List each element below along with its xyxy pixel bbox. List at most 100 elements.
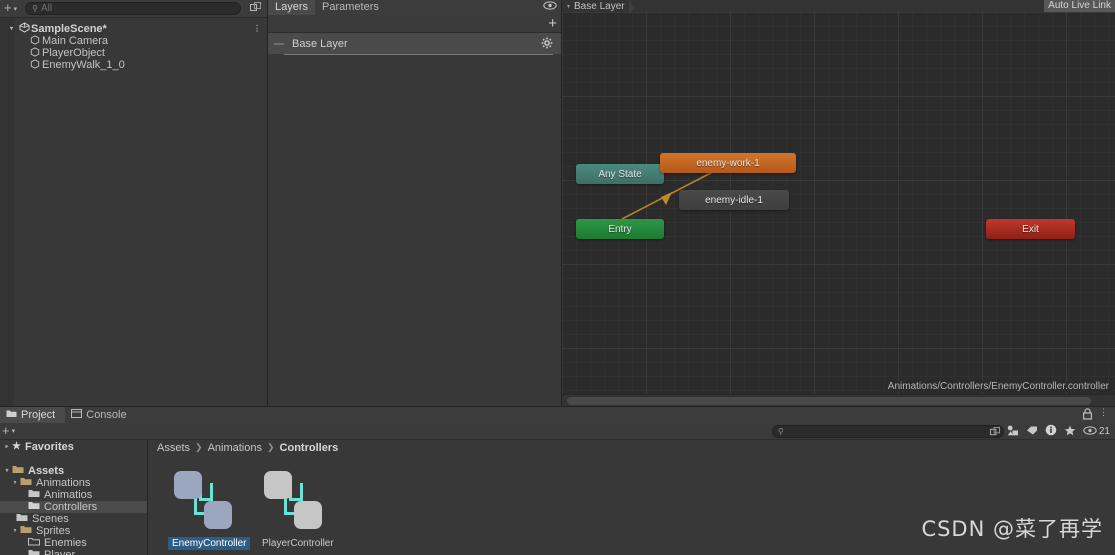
asset-label: EnemyController xyxy=(168,537,251,550)
add-layer-button[interactable]: + xyxy=(548,16,557,31)
tree-item-assets[interactable]: ▾ Assets xyxy=(0,465,147,477)
chevron-down-icon[interactable]: ▾ xyxy=(11,427,20,435)
tree-item-label: Assets xyxy=(28,465,65,477)
chevron-right-icon[interactable]: ▸ xyxy=(2,441,12,453)
tab-project[interactable]: Project xyxy=(0,407,66,423)
auto-live-link-toggle[interactable]: Auto Live Link xyxy=(1044,0,1115,12)
eye-icon[interactable] xyxy=(542,1,558,13)
chevron-down-icon[interactable]: ▾ xyxy=(2,465,12,477)
favorite-star-icon[interactable] xyxy=(1061,425,1080,439)
hierarchy-item-main-camera[interactable]: Main Camera xyxy=(0,34,267,47)
filter-by-label-icon[interactable] xyxy=(1023,425,1042,439)
animator-controller-icon xyxy=(262,469,326,533)
search-icon: ⚲ xyxy=(777,427,784,436)
tab-console-label: Console xyxy=(86,409,127,421)
breadcrumb-animations[interactable]: Animations xyxy=(208,442,262,454)
tab-layers[interactable]: Layers xyxy=(268,0,316,15)
animator-tabbar: Layers Parameters xyxy=(268,0,561,15)
breadcrumb-assets[interactable]: Assets xyxy=(157,442,190,454)
state-node-enemy-work-1[interactable]: enemy-work-1 xyxy=(660,153,796,173)
visible-assets-count[interactable]: 21 xyxy=(1080,425,1115,438)
hierarchy-panel: + ▾ ⚲ All ▾ SampleScene* ⋮ Main Camera P… xyxy=(0,0,268,406)
transition-arrowhead-icon xyxy=(661,192,672,205)
project-search-area: ⚲ 21 xyxy=(771,423,1115,440)
tree-item-controllers[interactable]: Controllers xyxy=(0,501,147,513)
chevron-down-icon[interactable]: ▾ xyxy=(10,525,20,537)
tab-parameters[interactable]: Parameters xyxy=(315,0,386,15)
chevron-down-icon[interactable]: ▾ xyxy=(10,477,20,489)
project-search-input[interactable]: ⚲ xyxy=(771,425,1004,439)
project-tabbar: Project Console xyxy=(0,407,1115,423)
breadcrumb-base-layer[interactable]: Base Layer xyxy=(574,0,635,14)
drag-handle-icon[interactable] xyxy=(274,42,284,45)
save-search-icon[interactable] xyxy=(989,427,1000,439)
animator-state-machine-canvas[interactable]: Any State Entry Exit enemy-idle-1 enemy-… xyxy=(562,12,1115,394)
folder-icon xyxy=(28,501,40,513)
hierarchy-search-input[interactable]: ⚲ All xyxy=(25,2,241,15)
graph-horizontal-scrollbar[interactable] xyxy=(562,394,1115,406)
prefab-stage-icon[interactable] xyxy=(245,1,265,16)
layers-empty-area xyxy=(268,55,561,403)
animator-asset-path-label: Animations/Controllers/EnemyController.c… xyxy=(885,381,1111,392)
info-icon[interactable] xyxy=(1042,424,1061,439)
filter-by-type-icon[interactable] xyxy=(1004,425,1023,439)
layers-add-bar: + xyxy=(268,15,561,33)
tree-item-label: Enemies xyxy=(44,537,87,549)
chevron-right-icon: ❯ xyxy=(266,442,275,452)
gameobject-icon xyxy=(28,58,42,72)
tree-item-enemies[interactable]: Enemies xyxy=(0,537,147,549)
layer-row-base-layer[interactable]: Base Layer xyxy=(268,33,561,54)
asset-item-playercontroller[interactable]: PlayerController xyxy=(258,469,334,550)
animator-controller-icon xyxy=(172,469,236,533)
create-asset-plus-icon[interactable]: + xyxy=(0,424,11,439)
project-toolbar: + ▾ ⚲ 21 xyxy=(0,423,1115,440)
folder-outline-icon xyxy=(28,537,40,549)
search-icon: ⚲ xyxy=(32,4,38,13)
star-icon: ★ xyxy=(12,441,21,452)
create-object-plus-icon[interactable]: + xyxy=(2,1,13,16)
folder-open-icon xyxy=(20,525,32,537)
hierarchy-item-playerobject[interactable]: PlayerObject xyxy=(0,46,267,59)
folder-icon xyxy=(16,513,28,525)
chevron-down-icon[interactable]: ▾ xyxy=(6,23,17,35)
lock-icon[interactable] xyxy=(1082,408,1093,423)
hierarchy-item-enemywalk[interactable]: EnemyWalk_1_0 xyxy=(0,58,267,72)
tree-item-animatios[interactable]: Animatios xyxy=(0,489,147,501)
state-node-exit[interactable]: Exit xyxy=(986,219,1075,239)
animator-breadcrumb: ▾ Base Layer Auto Live Link xyxy=(562,0,1115,14)
hierarchy-item-label: EnemyWalk_1_0 xyxy=(42,59,125,71)
folder-icon xyxy=(28,489,40,501)
state-node-any-state[interactable]: Any State xyxy=(576,164,664,184)
chevron-down-icon[interactable]: ▾ xyxy=(13,5,22,13)
tree-item-scenes[interactable]: Scenes xyxy=(0,513,147,525)
graph-scrollbar-thumb[interactable] xyxy=(567,397,1091,405)
chevron-right-icon: ❯ xyxy=(195,442,203,452)
project-menu-icon[interactable]: ⋮ xyxy=(1099,407,1108,418)
tree-item-sprites[interactable]: ▾ Sprites xyxy=(0,525,147,537)
hierarchy-item-samplescene[interactable]: ▾ SampleScene* ⋮ xyxy=(0,22,267,35)
visible-count-label: 21 xyxy=(1098,426,1110,437)
folder-open-icon xyxy=(12,465,24,477)
asset-label: PlayerController xyxy=(262,538,334,549)
animator-graph-panel: ▾ Base Layer Auto Live Link Any State En… xyxy=(562,0,1115,406)
watermark-label: CSDN @菜了再学 xyxy=(921,517,1103,541)
tree-item-label: Scenes xyxy=(32,513,69,525)
hierarchy-toolbar: + ▾ ⚲ All xyxy=(0,0,267,18)
tab-console[interactable]: Console xyxy=(65,407,136,423)
tree-item-label: Favorites xyxy=(24,441,74,453)
tree-item-favorites[interactable]: ▸ ★ Favorites xyxy=(0,441,147,453)
state-node-entry[interactable]: Entry xyxy=(576,219,664,239)
tree-item-label: Animatios xyxy=(44,489,93,501)
asset-item-enemycontroller[interactable]: EnemyController xyxy=(168,469,251,550)
tree-item-animations[interactable]: ▾ Animations xyxy=(0,477,147,489)
tree-item-player[interactable]: Player xyxy=(0,549,147,555)
unity-editor-window: + ▾ ⚲ All ▾ SampleScene* ⋮ Main Camera P… xyxy=(0,0,1115,555)
state-node-enemy-idle-1[interactable]: enemy-idle-1 xyxy=(679,190,789,210)
hierarchy-item-label: PlayerObject xyxy=(42,47,105,59)
tab-project-label: Project xyxy=(21,409,56,421)
gear-icon[interactable] xyxy=(541,37,553,52)
breadcrumb-root-dot-icon: ▾ xyxy=(567,3,571,10)
hierarchy-item-menu-icon[interactable]: ⋮ xyxy=(253,23,261,35)
breadcrumb-controllers[interactable]: Controllers xyxy=(280,442,339,454)
tree-item-label: Controllers xyxy=(44,501,98,513)
